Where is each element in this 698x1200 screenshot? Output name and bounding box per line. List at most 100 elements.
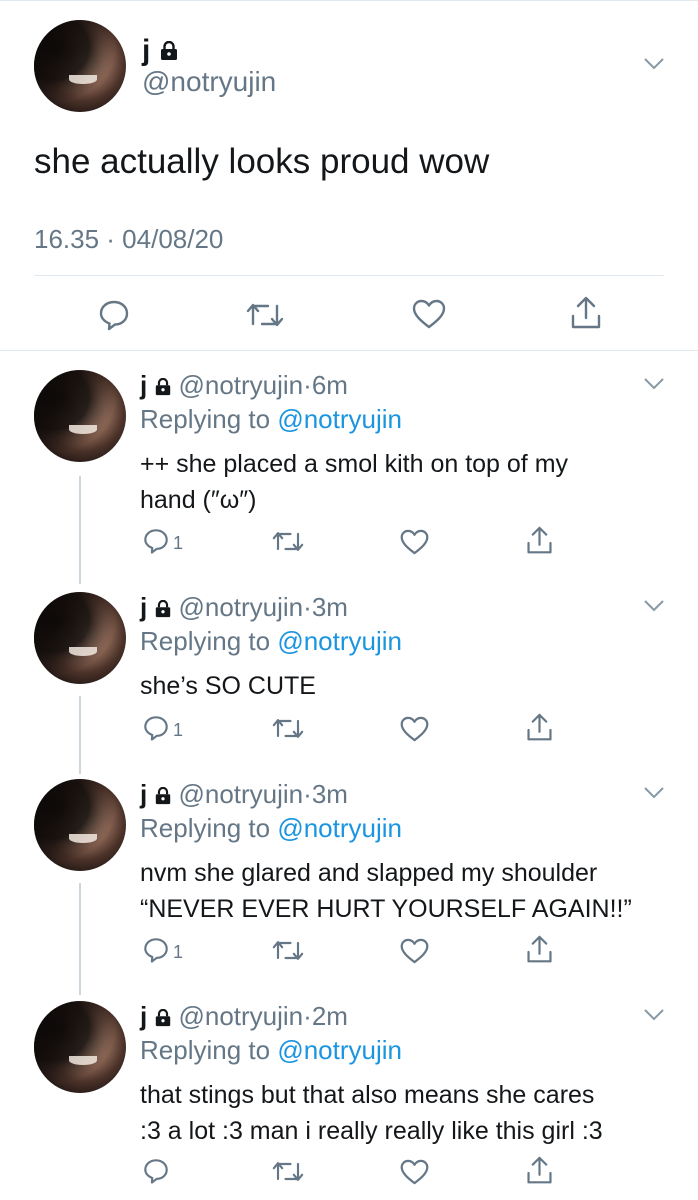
replying-to: Replying to @notryujin: [140, 626, 402, 657]
replying-to: Replying to @notryujin: [140, 813, 402, 844]
handle[interactable]: @notryujin: [178, 779, 303, 809]
display-name[interactable]: j: [140, 1001, 172, 1031]
thread-line: [79, 476, 81, 584]
retweet-icon: [272, 529, 304, 559]
separator-dot: ·: [303, 370, 312, 400]
divider: [34, 275, 664, 276]
display-name[interactable]: j: [140, 370, 172, 400]
tweet-text-line: ++ she placed a smol kith on top of my: [140, 450, 569, 478]
replying-to-label: Replying to: [140, 404, 271, 434]
reply-button[interactable]: [97, 298, 131, 337]
retweet-button[interactable]: [272, 716, 304, 746]
reply-button[interactable]: 1: [142, 527, 183, 560]
replying-to-link[interactable]: @notryujin: [277, 626, 402, 656]
reply-icon: [142, 1157, 170, 1190]
like-icon: [400, 938, 429, 969]
retweet-button[interactable]: [272, 938, 304, 968]
reply-count: 1: [173, 533, 184, 553]
reply-header: j @notryujin·3m: [140, 779, 348, 812]
relative-time[interactable]: 3m: [312, 592, 348, 622]
replying-to-link[interactable]: @notryujin: [277, 1035, 402, 1065]
display-name-text: j: [140, 592, 148, 622]
separator-dot: ·: [303, 592, 312, 622]
tweet-text-line: that stings but that also means she care…: [140, 1081, 595, 1109]
tweet-timestamp[interactable]: 16.35 · 04/08/20: [34, 224, 223, 255]
display-name[interactable]: j: [140, 779, 172, 809]
reply-header: j @notryujin·2m: [140, 1001, 348, 1034]
tweet-text-line: nvm she glared and slapped my shoulder: [140, 859, 598, 887]
chevron-down-icon[interactable]: [642, 376, 666, 397]
share-icon: [526, 1156, 553, 1190]
replying-to-label: Replying to: [140, 1035, 271, 1065]
chevron-down-icon[interactable]: [642, 785, 666, 806]
chevron-down-icon[interactable]: [642, 598, 666, 619]
like-button[interactable]: [400, 529, 429, 560]
lock-icon: [154, 594, 172, 625]
display-name[interactable]: j: [140, 592, 172, 622]
chevron-down-icon[interactable]: [642, 1007, 666, 1028]
handle[interactable]: @notryujin: [178, 1001, 303, 1031]
reply-count: 1: [173, 720, 184, 740]
relative-time[interactable]: 6m: [312, 370, 348, 400]
retweet-button[interactable]: [272, 1159, 304, 1189]
replying-to-link[interactable]: @notryujin: [277, 404, 402, 434]
retweet-icon: [246, 300, 284, 335]
divider: [0, 350, 698, 351]
share-button[interactable]: [526, 526, 553, 560]
like-button[interactable]: [400, 938, 429, 969]
tweet-text-line: :3 a lot :3 man i really really like thi…: [140, 1117, 603, 1145]
tweet-text-line: she’s SO CUTE: [140, 672, 316, 700]
share-icon: [526, 713, 553, 747]
handle[interactable]: @notryujin: [142, 66, 276, 98]
retweet-button[interactable]: [272, 529, 304, 559]
tweet-text: she actually looks proud wow: [34, 142, 490, 181]
retweet-button[interactable]: [246, 300, 284, 335]
lock-icon: [159, 35, 179, 69]
reply-button[interactable]: 1: [142, 714, 183, 747]
display-name-text: j: [142, 34, 151, 67]
reply-header: j @notryujin·6m: [140, 370, 348, 403]
reply-button[interactable]: 1: [142, 936, 183, 969]
reply-icon: [142, 527, 170, 560]
avatar[interactable]: [34, 592, 126, 684]
lock-icon: [154, 1003, 172, 1034]
display-name[interactable]: j: [142, 34, 179, 69]
chevron-down-icon[interactable]: [642, 56, 666, 77]
display-name-text: j: [140, 779, 148, 809]
like-button[interactable]: [400, 716, 429, 747]
avatar[interactable]: [34, 20, 126, 112]
replying-to-label: Replying to: [140, 813, 271, 843]
avatar[interactable]: [34, 1001, 126, 1093]
replying-to-link[interactable]: @notryujin: [277, 813, 402, 843]
thread-line: [79, 696, 81, 774]
separator-dot: ·: [303, 779, 312, 809]
share-button[interactable]: [526, 713, 553, 747]
tweet-text-line: hand (″ω″): [140, 486, 257, 514]
share-button[interactable]: [570, 296, 602, 335]
share-icon: [526, 935, 553, 969]
tweet-text-line: “NEVER EVER HURT YOURSELF AGAIN!!”: [140, 895, 632, 923]
retweet-icon: [272, 938, 304, 968]
reply-count: 1: [173, 942, 184, 962]
reply-icon: [142, 936, 170, 969]
avatar[interactable]: [34, 779, 126, 871]
replying-to: Replying to @notryujin: [140, 1035, 402, 1066]
reply-button[interactable]: [142, 1157, 173, 1190]
relative-time[interactable]: 2m: [312, 1001, 348, 1031]
like-icon: [400, 529, 429, 560]
share-button[interactable]: [526, 935, 553, 969]
replying-to: Replying to @notryujin: [140, 404, 402, 435]
avatar[interactable]: [34, 370, 126, 462]
separator-dot: ·: [303, 1001, 312, 1031]
share-icon: [570, 296, 602, 335]
like-button[interactable]: [412, 299, 446, 334]
lock-icon: [154, 781, 172, 812]
reply-icon: [142, 714, 170, 747]
handle[interactable]: @notryujin: [178, 592, 303, 622]
relative-time[interactable]: 3m: [312, 779, 348, 809]
retweet-icon: [272, 1159, 304, 1189]
handle[interactable]: @notryujin: [178, 370, 303, 400]
like-button[interactable]: [400, 1159, 429, 1190]
share-button[interactable]: [526, 1156, 553, 1190]
lock-icon: [154, 372, 172, 403]
